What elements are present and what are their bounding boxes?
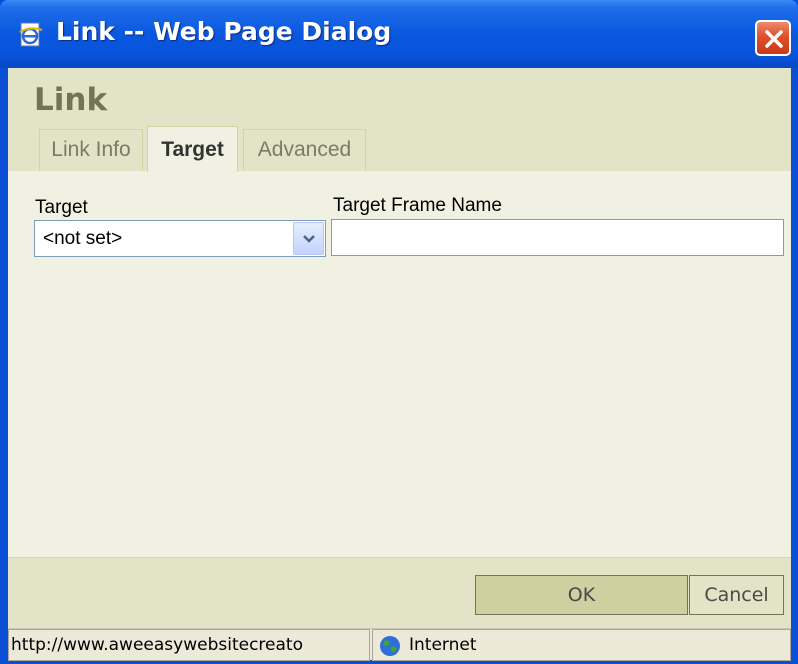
target-select-value: <not set>	[43, 228, 123, 249]
close-icon	[765, 30, 783, 48]
ok-button[interactable]: OK	[475, 575, 688, 615]
security-zone: Internet	[372, 629, 791, 661]
dialog-body: Link Link Info Target Advanced Target Ta…	[8, 68, 791, 628]
target-label: Target	[35, 197, 88, 218]
close-button[interactable]	[755, 20, 791, 56]
globe-icon	[379, 635, 401, 662]
cancel-button[interactable]: Cancel	[689, 575, 784, 615]
ie-page-icon	[18, 22, 44, 48]
target-frame-name-label: Target Frame Name	[333, 195, 502, 216]
chevron-down-icon	[303, 235, 315, 243]
status-bar: http://www.aweeasywebsitecreato Internet	[8, 628, 791, 661]
tab-target[interactable]: Target	[147, 126, 238, 172]
status-url: http://www.aweeasywebsitecreato	[8, 629, 370, 661]
window-title: Link -- Web Page Dialog	[56, 17, 392, 46]
dropdown-button[interactable]	[293, 222, 324, 255]
target-select[interactable]: <not set>	[34, 220, 326, 257]
target-frame-name-input[interactable]	[331, 219, 784, 256]
dialog-header: Link Link Info Target Advanced	[8, 68, 791, 172]
zone-label: Internet	[409, 635, 477, 655]
dialog-title: Link	[34, 82, 108, 118]
tab-link-info[interactable]: Link Info	[39, 129, 143, 171]
title-bar[interactable]: Link -- Web Page Dialog	[0, 0, 798, 68]
dialog-window: Link -- Web Page Dialog Link Link Info T…	[0, 0, 798, 664]
tab-advanced[interactable]: Advanced	[243, 129, 366, 171]
